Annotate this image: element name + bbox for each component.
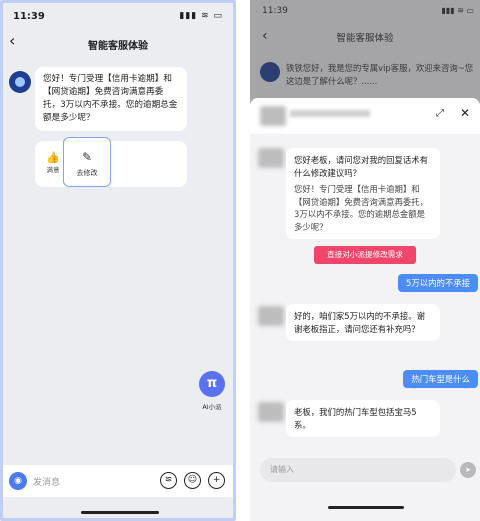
message-input[interactable]: 请输入	[260, 458, 456, 482]
home-indicator	[81, 511, 159, 514]
sheet-header: ⤢ ✕	[250, 98, 480, 134]
ai-assistant-label: AI小派	[202, 403, 222, 411]
send-icon[interactable]: ➤	[460, 462, 476, 478]
bot-message-bubble: 您好老板，请问您对我的回复话术有什么修改建议吗？ 您好！专门受理【信用卡逾期】和…	[286, 148, 440, 239]
close-icon[interactable]: ✕	[460, 106, 470, 120]
blurred-avatar	[260, 106, 286, 126]
message-input[interactable]: 发消息	[33, 475, 60, 488]
question-text: 您好老板，请问您对我的回复话术有什么修改建议吗？	[294, 155, 428, 178]
status-time: 11:39	[13, 11, 45, 22]
blurred-name	[290, 110, 370, 117]
blurred-avatar	[258, 148, 284, 168]
home-indicator	[328, 506, 404, 509]
like-action[interactable]: 👍 满意	[41, 151, 65, 174]
dimmed-background: 11:39 ▮▮▮ ≋ ▭ ‹ 智能客服体验 铁铁您好，我是您的专属vip客服，…	[250, 0, 480, 110]
pen-icon: ✎	[81, 150, 93, 164]
edit-action-button[interactable]: ✎ 去修改	[63, 137, 111, 187]
like-label: 满意	[46, 166, 60, 174]
camera-icon[interactable]: ◉	[9, 472, 27, 490]
status-time: 11:39	[262, 6, 288, 16]
ai-assistant-button[interactable]: π	[199, 371, 225, 397]
user-message: 热门车型是什么	[403, 370, 478, 388]
plus-icon[interactable]: +	[208, 472, 225, 489]
background-message: 铁铁您好，我是您的专属vip客服，欢迎来咨询~您这边是了解什么呢？......	[286, 63, 474, 86]
page-title: 智能客服体验	[336, 33, 394, 44]
right-phone-screen: 11:39 ▮▮▮ ≋ ▭ ‹ 智能客服体验 铁铁您好，我是您的专属vip客服，…	[250, 0, 480, 521]
voice-icon[interactable]: ≋	[160, 472, 177, 489]
input-bar: ◉ 发消息 ≋ ☺ +	[3, 465, 233, 497]
status-icons: ▮▮▮ ≋ ▭	[441, 6, 474, 15]
bot-avatar	[260, 62, 280, 82]
blurred-avatar	[258, 402, 284, 422]
bot-message-bubble: 老板，我们的热门车型包括宝马5系。	[286, 400, 440, 437]
bot-message-bubble: 好的，咱们家5万以内的不承接。谢谢老板指正，请问您还有补充吗？	[286, 304, 440, 341]
page-title: 智能客服体验	[88, 41, 148, 52]
status-bar: 11:39 ▮▮▮ ≋ ▭	[3, 3, 233, 29]
emoji-icon[interactable]: ☺	[184, 472, 201, 489]
message-actions: 👍 满意 ✎ 去修改	[35, 137, 187, 187]
blurred-avatar	[258, 306, 284, 326]
status-icons: ▮▮▮ ≋ ▭	[179, 11, 223, 21]
edit-label: 去修改	[76, 169, 98, 177]
nav-bar: ‹ 智能客服体验	[3, 29, 233, 59]
quoted-reply: 您好！专门受理【信用卡逾期】和【网贷逾期】免费咨询满意再委托，3万以内不承接。您…	[294, 184, 428, 232]
expand-icon[interactable]: ⤢	[436, 108, 444, 119]
bot-message-bubble: 您好！专门受理【信用卡逾期】和【网贷逾期】免费咨询满意再委托，3万以内不承接。您…	[35, 67, 187, 131]
thumbs-up-icon: 👍	[46, 151, 60, 164]
user-message: 5万以内的不承接	[398, 274, 478, 292]
edit-request-tag[interactable]: 直接对小派提修改需求	[314, 246, 416, 264]
bot-avatar	[9, 71, 31, 93]
left-phone-screen: 11:39 ▮▮▮ ≋ ▭ ‹ 智能客服体验 您好！专门受理【信用卡逾期】和【网…	[0, 0, 236, 521]
input-placeholder: 请输入	[270, 465, 294, 474]
